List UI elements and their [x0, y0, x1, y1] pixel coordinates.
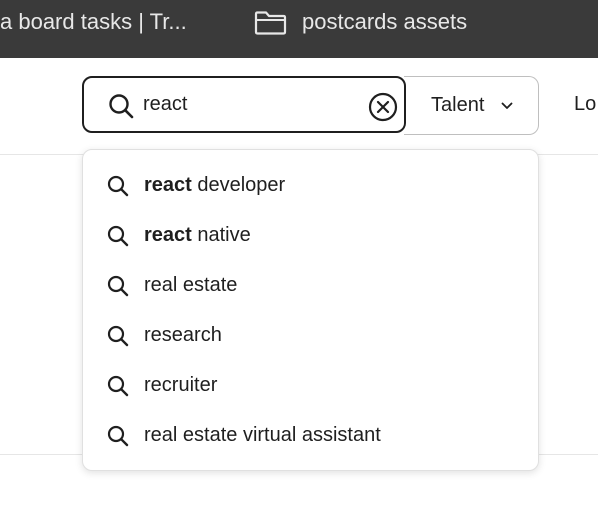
- search-icon: [107, 325, 129, 347]
- search-icon: [107, 375, 129, 397]
- suggestion-item[interactable]: real estate virtual assistant: [83, 412, 538, 462]
- chevron-down-icon: [501, 102, 513, 109]
- bookmark-item[interactable]: a board tasks | Tr...: [0, 9, 187, 35]
- search-icon: [109, 94, 134, 119]
- suggestion-label: react developer: [144, 174, 286, 196]
- search-input-box[interactable]: react: [82, 76, 406, 133]
- search-category-select[interactable]: Talent: [404, 76, 539, 135]
- search-category-label: Talent: [431, 94, 485, 116]
- suggestion-label: react native: [144, 224, 251, 246]
- search-icon: [107, 275, 129, 297]
- folder-icon: [254, 11, 287, 35]
- suggestion-label: real estate virtual assistant: [144, 424, 381, 446]
- search-icon: [107, 225, 129, 247]
- suggestion-item[interactable]: real estate: [83, 262, 538, 312]
- suggestion-label: real estate: [144, 274, 238, 296]
- suggestion-label: research: [144, 324, 222, 346]
- search-icon: [107, 175, 129, 197]
- suggestion-item[interactable]: react native: [83, 212, 538, 262]
- clear-search-icon[interactable]: [368, 92, 398, 122]
- suggestion-item[interactable]: research: [83, 312, 538, 362]
- browser-viewport: a board tasks | Tr... postcards assets r…: [0, 0, 598, 506]
- search-icon: [107, 425, 129, 447]
- suggestion-item[interactable]: react developer: [83, 162, 538, 212]
- suggestion-label: recruiter: [144, 374, 218, 396]
- search-suggestions-dropdown: react developer react native real estate…: [82, 149, 539, 471]
- login-link[interactable]: Lo: [574, 93, 596, 116]
- bookmarks-bar: a board tasks | Tr... postcards assets: [0, 0, 598, 58]
- search-input-value[interactable]: react: [143, 93, 187, 116]
- suggestion-item[interactable]: recruiter: [83, 362, 538, 412]
- bookmark-folder-postcards-assets[interactable]: postcards assets: [302, 9, 467, 35]
